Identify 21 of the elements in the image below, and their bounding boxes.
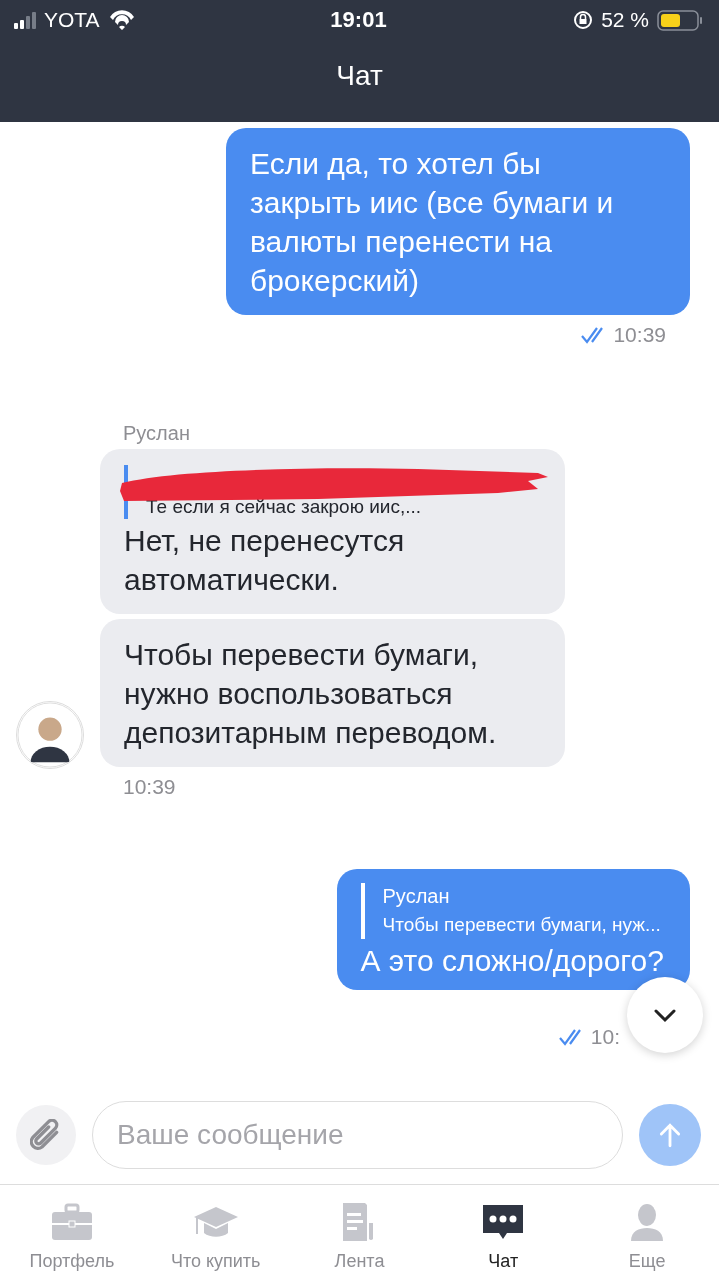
status-time: 19:01 [330,7,387,33]
quote-text: Те если я сейчас закрою иис,... [146,495,423,519]
carrier-name: YOTA [44,8,100,32]
message-time: 10: [590,1025,620,1049]
battery-percent: 52 % [601,8,649,32]
message-time: 10:39 [613,323,666,347]
screen-title: Чат [335,60,384,92]
quote-text: Чтобы перевести бумаги, нуж... [382,913,662,937]
message-text: Нет, не перенесутся автоматически. [124,523,406,598]
tab-button[interactable]: Портфель [0,1185,144,1280]
tab-button[interactable]: Чат [431,1185,576,1280]
sender-name: Руслан [123,421,191,445]
message-text: Если да, то хотел бы закрыть иис (все бумаги и валюты перенести на брокерский) [250,146,615,299]
message-input[interactable]: Ваше сообщение [92,1100,623,1169]
message-time: 10:39 [123,775,177,799]
quote-author: Руслан [382,884,451,909]
tab-button[interactable]: Лента [287,1185,432,1280]
message-text: А это сложно/дорого? [360,943,664,979]
tab-button[interactable]: Еще [575,1185,719,1280]
tab-button[interactable]: Что купить [143,1185,288,1280]
message-text: Чтобы перевести бумаги, нужно воспользоваться депозитарным переводом. [124,637,498,751]
